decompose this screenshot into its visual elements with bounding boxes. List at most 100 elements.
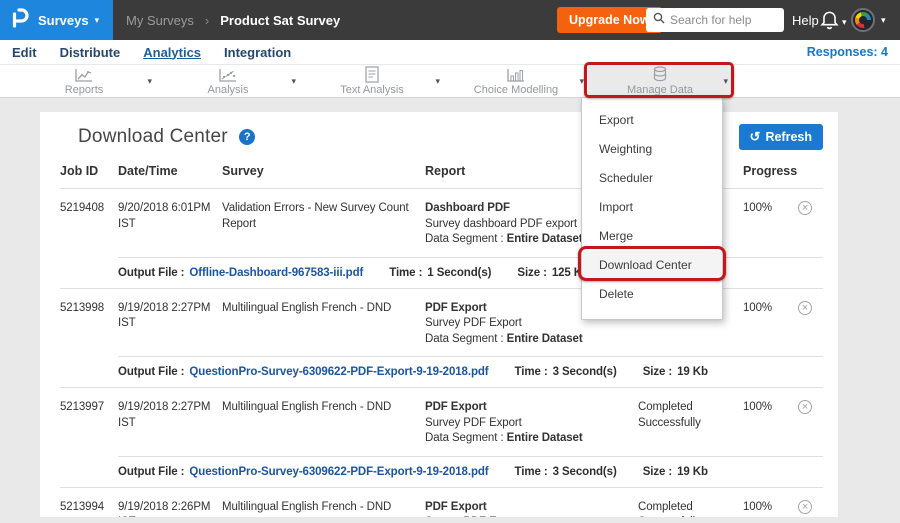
header-date-time: Date/Time bbox=[118, 164, 222, 178]
breadcrumb-separator: › bbox=[205, 13, 209, 28]
job-date: 9/19/2018 2:27PMIST bbox=[118, 400, 222, 447]
choice-modelling-dropdown-caret[interactable] bbox=[579, 76, 584, 87]
job-size: 19 Kb bbox=[677, 466, 708, 478]
job-id: 5213994 bbox=[60, 500, 118, 517]
top-bar: Surveys My Surveys › Product Sat Survey … bbox=[0, 0, 900, 40]
job-id: 5213998 bbox=[60, 301, 118, 348]
refresh-button[interactable]: Refresh bbox=[739, 124, 823, 150]
account-menu-button[interactable] bbox=[851, 8, 886, 32]
help-question-icon[interactable] bbox=[239, 129, 255, 145]
chevron-down-icon bbox=[881, 15, 886, 26]
database-icon bbox=[652, 66, 668, 83]
chevron-down-icon bbox=[842, 17, 847, 28]
tab-analytics[interactable]: Analytics bbox=[143, 45, 201, 60]
survey-nav-row: Edit Distribute Analytics Integration Re… bbox=[0, 40, 900, 64]
analysis-button[interactable]: Analysis bbox=[208, 67, 249, 96]
job-progress: 100% bbox=[743, 201, 798, 248]
job-time: 3 Second(s) bbox=[553, 466, 617, 478]
job-progress: 100% bbox=[743, 400, 798, 447]
menu-item-export[interactable]: Export bbox=[582, 106, 722, 135]
reports-label: Reports bbox=[65, 85, 104, 96]
job-survey: Multilingual English French - DND bbox=[222, 500, 425, 517]
job-report: PDF Export Survey PDF Export Data Segmen… bbox=[425, 500, 638, 517]
help-search-box[interactable] bbox=[646, 8, 784, 32]
job-time: 3 Second(s) bbox=[553, 366, 617, 378]
choice-modelling-button[interactable]: Choice Modelling bbox=[474, 67, 558, 96]
cancel-job-icon[interactable] bbox=[798, 201, 812, 215]
menu-item-merge[interactable]: Merge bbox=[582, 222, 722, 251]
manage-data-menu: Export Weighting Scheduler Import Merge … bbox=[581, 97, 723, 320]
tab-edit[interactable]: Edit bbox=[12, 45, 37, 60]
job-progress: 100% bbox=[743, 500, 798, 517]
output-file-link[interactable]: Offline-Dashboard-967583-iii.pdf bbox=[189, 267, 363, 279]
text-analysis-button[interactable]: Text Analysis bbox=[340, 66, 404, 96]
scatter-chart-icon bbox=[218, 67, 238, 83]
choice-modelling-label: Choice Modelling bbox=[474, 85, 558, 96]
breadcrumb: My Surveys › Product Sat Survey bbox=[126, 0, 340, 40]
job-id: 5219408 bbox=[60, 201, 118, 248]
notifications-button[interactable] bbox=[820, 9, 847, 35]
job-time: 1 Second(s) bbox=[427, 267, 491, 279]
toolbar-section-choice-modelling: Choice Modelling bbox=[444, 65, 588, 97]
search-icon bbox=[653, 11, 665, 29]
responses-count: Responses: 4 bbox=[807, 40, 888, 64]
output-file-link[interactable]: QuestionPro-Survey-6309622-PDF-Export-9-… bbox=[189, 366, 488, 378]
output-file-link[interactable]: QuestionPro-Survey-6309622-PDF-Export-9-… bbox=[189, 466, 488, 478]
header-job-id: Job ID bbox=[60, 164, 118, 178]
job-survey: Multilingual English French - DND bbox=[222, 301, 425, 348]
toolbar-section-manage-data: Manage Data bbox=[588, 65, 732, 97]
surveys-product-switcher[interactable]: Surveys bbox=[0, 0, 113, 40]
job-date: 9/19/2018 2:27PMIST bbox=[118, 301, 222, 348]
menu-item-delete[interactable]: Delete bbox=[582, 280, 722, 309]
job-status: Completed Successfully bbox=[638, 500, 743, 517]
product-menu-label: Surveys bbox=[38, 13, 89, 28]
text-analysis-dropdown-caret[interactable] bbox=[435, 76, 440, 87]
menu-item-import[interactable]: Import bbox=[582, 193, 722, 222]
job-survey: Validation Errors - New Survey Count Rep… bbox=[222, 201, 425, 248]
chevron-down-icon bbox=[95, 15, 100, 26]
manage-data-dropdown-caret[interactable] bbox=[723, 76, 728, 87]
header-survey: Survey bbox=[222, 164, 425, 178]
page-title: Download Center bbox=[78, 126, 228, 148]
help-link[interactable]: Help bbox=[792, 13, 819, 28]
job-survey: Multilingual English French - DND bbox=[222, 400, 425, 447]
job-output-row: Output File :QuestionPro-Survey-6309622-… bbox=[118, 456, 823, 487]
tab-integration[interactable]: Integration bbox=[224, 45, 291, 60]
table-row: 5213994 9/19/2018 2:26PMIST Multilingual… bbox=[60, 488, 823, 517]
text-document-icon bbox=[365, 66, 379, 83]
menu-item-download-center[interactable]: Download Center bbox=[582, 251, 722, 280]
avatar bbox=[851, 8, 875, 32]
bar-chart-icon bbox=[506, 67, 526, 83]
menu-item-scheduler[interactable]: Scheduler bbox=[582, 164, 722, 193]
bell-icon bbox=[820, 9, 839, 35]
toolbar-section-reports: Reports bbox=[12, 65, 156, 97]
job-date: 9/19/2018 2:26PMIST bbox=[118, 500, 222, 517]
reports-button[interactable]: Reports bbox=[65, 67, 104, 96]
job-report: PDF Export Survey PDF Export Data Segmen… bbox=[425, 400, 638, 447]
tab-distribute[interactable]: Distribute bbox=[60, 45, 121, 60]
toolbar-section-text-analysis: Text Analysis bbox=[300, 65, 444, 97]
search-input[interactable] bbox=[670, 13, 777, 27]
job-output-row: Output File :QuestionPro-Survey-6309622-… bbox=[118, 356, 823, 387]
reports-dropdown-caret[interactable] bbox=[147, 76, 152, 87]
manage-data-label: Manage Data bbox=[627, 85, 693, 96]
line-chart-icon bbox=[74, 67, 94, 83]
questionpro-logo-icon[interactable] bbox=[10, 7, 29, 34]
job-size: 19 Kb bbox=[677, 366, 708, 378]
cancel-job-icon[interactable] bbox=[798, 400, 812, 414]
job-date: 9/20/2018 6:01PMIST bbox=[118, 201, 222, 248]
job-progress: 100% bbox=[743, 301, 798, 348]
job-status: Completed Successfully bbox=[638, 400, 743, 447]
menu-item-weighting[interactable]: Weighting bbox=[582, 135, 722, 164]
analysis-label: Analysis bbox=[208, 85, 249, 96]
table-row: 5213997 9/19/2018 2:27PMIST Multilingual… bbox=[60, 388, 823, 488]
cancel-job-icon[interactable] bbox=[798, 301, 812, 315]
header-progress: Progress bbox=[743, 164, 798, 178]
job-id: 5213997 bbox=[60, 400, 118, 447]
text-analysis-label: Text Analysis bbox=[340, 85, 404, 96]
analysis-dropdown-caret[interactable] bbox=[291, 76, 296, 87]
cancel-job-icon[interactable] bbox=[798, 500, 812, 514]
refresh-icon bbox=[750, 130, 766, 144]
breadcrumb-my-surveys[interactable]: My Surveys bbox=[126, 13, 194, 28]
manage-data-button[interactable]: Manage Data bbox=[627, 66, 693, 96]
